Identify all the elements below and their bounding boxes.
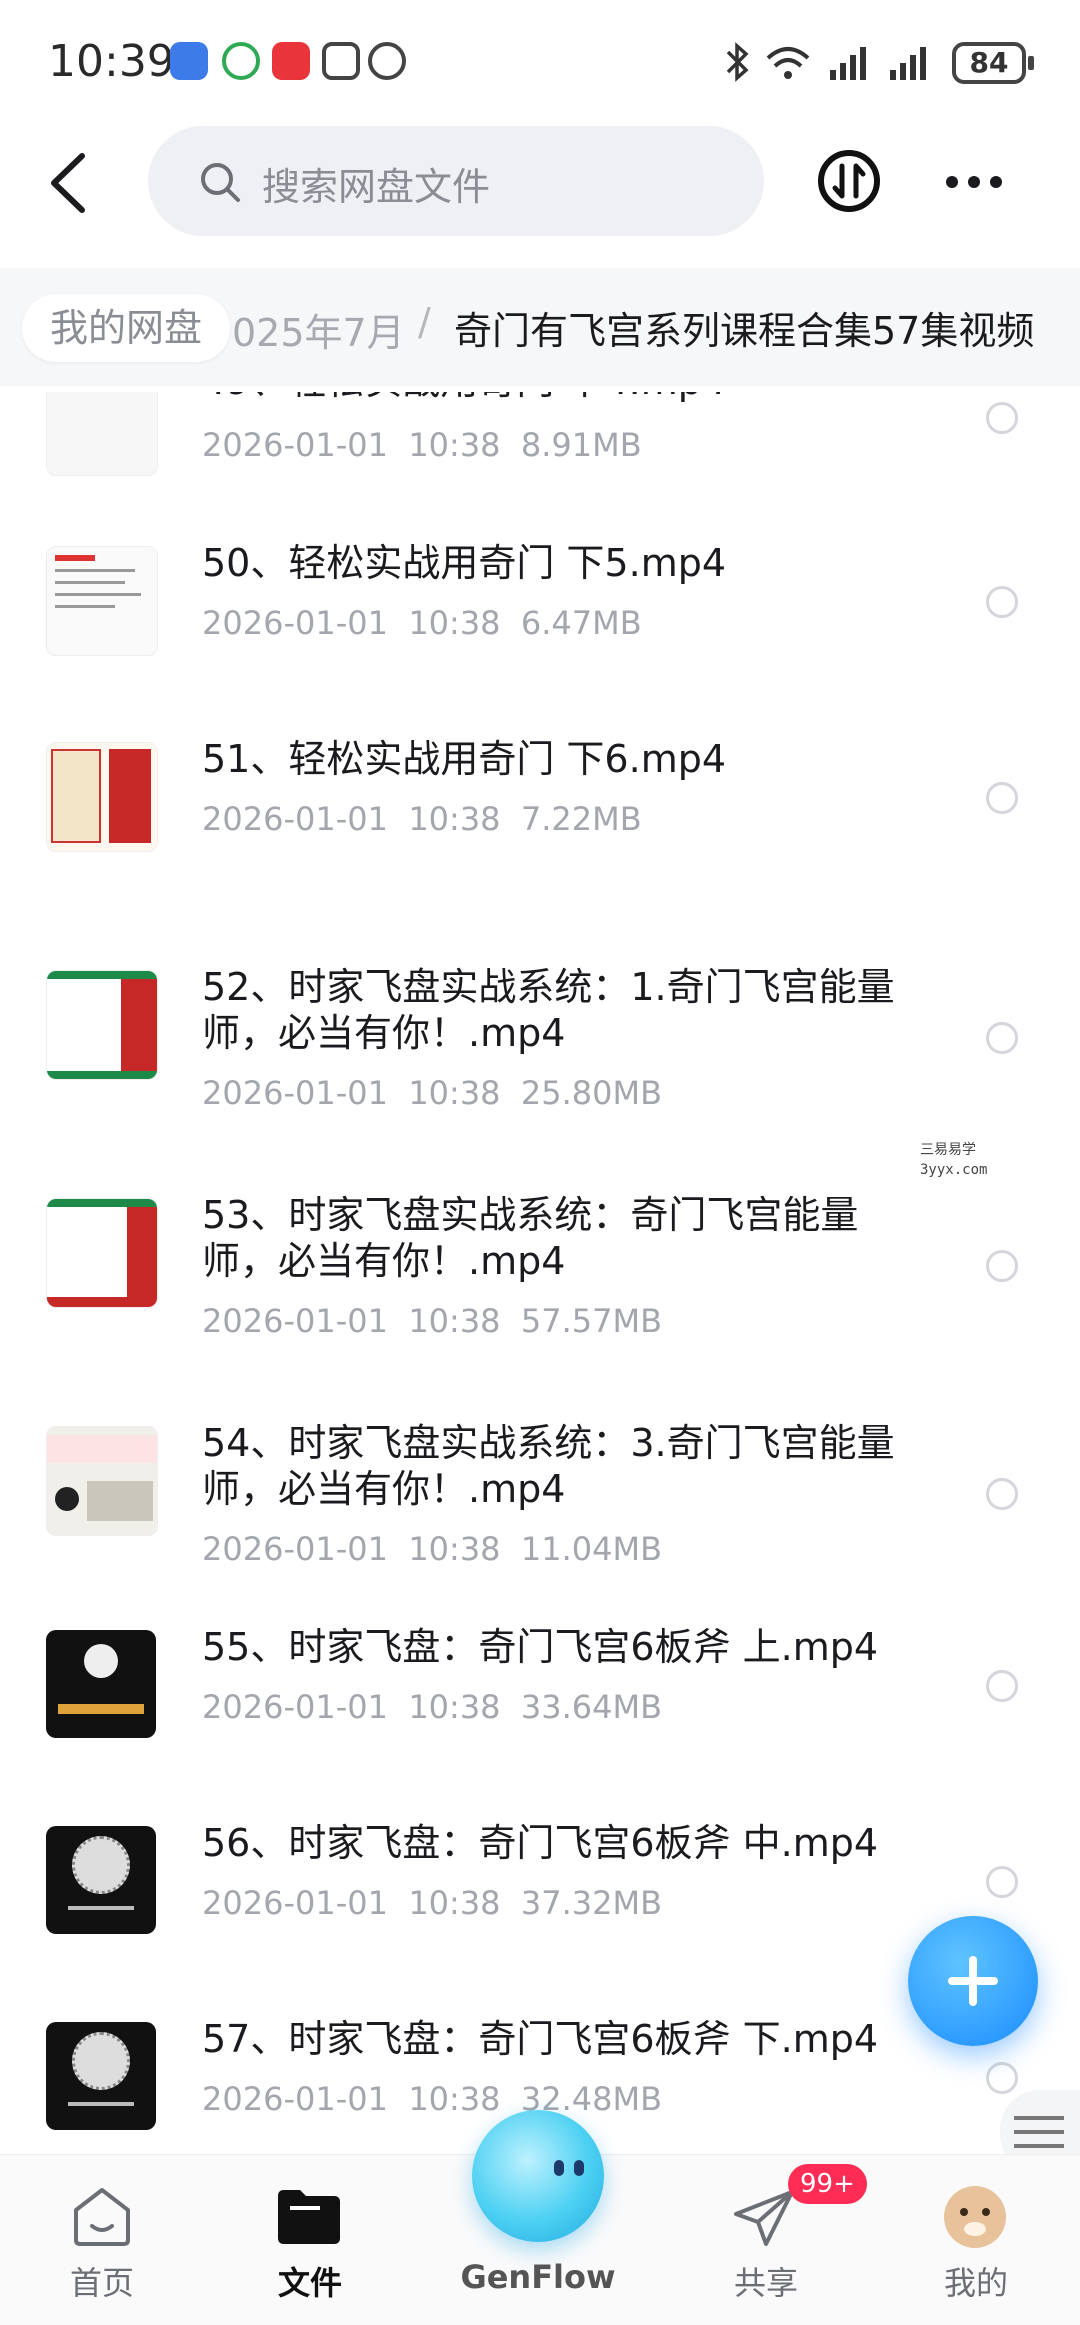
signal-icon: [830, 47, 866, 80]
nav-share-label[interactable]: 共享: [676, 2258, 856, 2304]
app-notification-icon: [170, 42, 208, 80]
avatar[interactable]: [944, 2186, 1006, 2248]
video-thumbnail: [46, 1198, 158, 1308]
status-time: 10:39: [48, 36, 175, 87]
red-app-icon: [272, 42, 310, 80]
file-list[interactable]: 49、轻松实战用奇门 下4.mp4 2026-01-01 10:38 8.91M…: [0, 392, 1080, 2152]
search-placeholder: 搜索网盘文件: [262, 165, 491, 209]
select-radio[interactable]: [986, 1670, 1018, 1702]
select-radio[interactable]: [986, 1478, 1018, 1510]
video-thumbnail: [46, 970, 158, 1080]
file-meta: 2026-01-01 10:38 33.64MB: [202, 1688, 663, 1726]
file-name: 55、时家飞盘：奇门飞宫6板斧 上.mp4: [202, 1625, 879, 1669]
video-thumbnail: [46, 1630, 156, 1738]
breadcrumb-current: 奇门有飞宫系列课程合集57集视频: [454, 309, 1035, 353]
alarm-icon: [368, 42, 406, 80]
add-button[interactable]: [908, 1916, 1038, 2046]
wifi-icon: [766, 47, 810, 79]
video-thumbnail: [46, 1826, 156, 1934]
file-meta: 2026-01-01 10:38 8.91MB: [202, 426, 642, 464]
file-name: 57、时家飞盘：奇门飞宫6板斧 下.mp4: [202, 2017, 879, 2061]
breadcrumb-separator: /: [418, 300, 431, 344]
video-thumbnail: [46, 392, 158, 476]
video-thumbnail: [46, 546, 158, 656]
breadcrumb-item-month[interactable]: 025年7月: [232, 302, 405, 357]
status-bar: 10:39 84: [0, 0, 1080, 120]
select-radio[interactable]: [986, 1250, 1018, 1282]
file-meta: 2026-01-01 10:38 7.22MB: [202, 800, 642, 838]
select-radio[interactable]: [986, 2062, 1018, 2094]
nfc-icon: [322, 42, 360, 80]
file-meta: 2026-01-01 10:38 37.32MB: [202, 1884, 663, 1922]
video-thumbnail: [46, 1426, 158, 1536]
nav-files-label[interactable]: 文件: [220, 2258, 400, 2304]
battery-indicator: 84: [952, 42, 1034, 84]
signal-icon-2: [890, 47, 926, 80]
transfer-icon[interactable]: [816, 148, 882, 214]
plus-icon-vertical: [969, 1956, 977, 2006]
watermark: 三易易学 3yyx.com: [920, 1140, 987, 1180]
video-thumbnail: [46, 2022, 156, 2130]
genflow-orb-icon[interactable]: [472, 2110, 604, 2242]
search-icon: [201, 163, 240, 202]
home-icon[interactable]: [70, 2184, 134, 2248]
file-meta: 2026-01-01 10:38 57.57MB: [202, 1302, 663, 1340]
file-name: 56、时家飞盘：奇门飞宫6板斧 中.mp4: [202, 1821, 879, 1865]
file-meta: 2026-01-01 10:38 6.47MB: [202, 604, 642, 642]
file-name: 51、轻松实战用奇门 下6.mp4: [202, 737, 727, 781]
select-radio[interactable]: [986, 1022, 1018, 1054]
file-name: 54、时家飞盘实战系统：3.奇门飞宫能量师，必当有你！.mp4: [202, 1421, 895, 1511]
nav-genflow-label[interactable]: GenFlow: [448, 2258, 628, 2296]
back-arrow-icon[interactable]: [40, 150, 100, 216]
menu-icon: [1014, 2116, 1064, 2148]
select-radio[interactable]: [986, 782, 1018, 814]
select-radio[interactable]: [986, 402, 1018, 434]
file-name: 49、轻松实战用奇门 下4.mp4: [202, 392, 922, 404]
select-radio[interactable]: [986, 1866, 1018, 1898]
nav-me-label[interactable]: 我的: [886, 2258, 1066, 2304]
folder-icon[interactable]: [276, 2186, 342, 2246]
share-badge: 99+: [788, 2164, 867, 2204]
video-thumbnail: [46, 742, 158, 852]
nav-home-label[interactable]: 首页: [12, 2258, 192, 2304]
watermark-line1: 三易易学: [920, 1142, 976, 1158]
file-name: 53、时家飞盘实战系统：奇门飞宫能量师，必当有你！.mp4: [202, 1193, 859, 1283]
file-meta: 2026-01-01 10:38 11.04MB: [202, 1530, 663, 1568]
select-radio[interactable]: [986, 586, 1018, 618]
more-options-icon[interactable]: [944, 170, 1004, 194]
breadcrumb-root[interactable]: 我的网盘: [22, 294, 231, 362]
mobile-network-icon: [222, 42, 260, 80]
file-meta: 2026-01-01 10:38 32.48MB: [202, 2080, 663, 2118]
file-name: 52、时家飞盘实战系统：1.奇门飞宫能量师，必当有你！.mp4: [202, 965, 895, 1055]
bluetooth-icon: [726, 42, 749, 82]
share-send-icon[interactable]: [732, 2188, 798, 2248]
file-name: 50、轻松实战用奇门 下5.mp4: [202, 541, 727, 585]
watermark-line2: 3yyx.com: [920, 1162, 988, 1178]
file-meta: 2026-01-01 10:38 25.80MB: [202, 1074, 663, 1112]
